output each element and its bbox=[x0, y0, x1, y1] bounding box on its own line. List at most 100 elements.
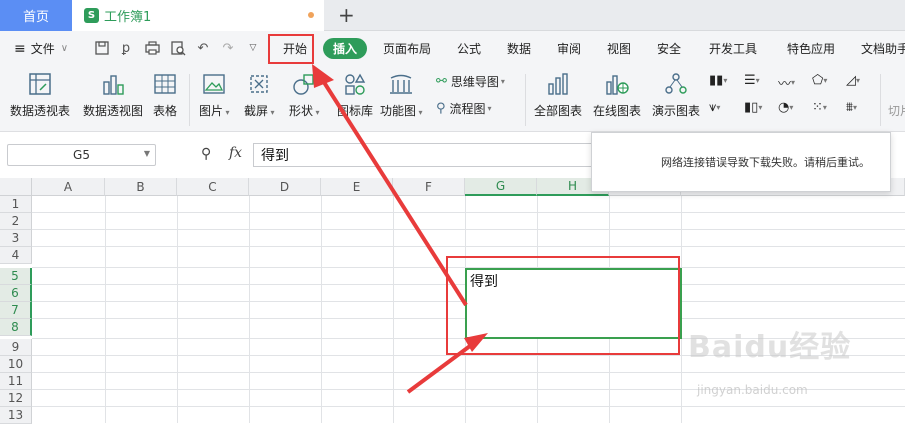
chevron-down-icon: ▾ bbox=[856, 76, 861, 85]
screenshot-button[interactable]: 截屏 ▾ bbox=[244, 70, 275, 119]
online-chart-icon bbox=[604, 70, 630, 98]
fx-icon[interactable]: fx bbox=[229, 145, 242, 161]
grid-line bbox=[32, 406, 905, 407]
menu-view[interactable]: 视图 bbox=[607, 31, 631, 66]
chevron-down-icon: ▾ bbox=[822, 103, 827, 112]
menu-review[interactable]: 审阅 bbox=[557, 31, 581, 66]
menu-insert[interactable]: 插入 bbox=[323, 38, 367, 59]
row-header-2[interactable]: 2 bbox=[0, 213, 32, 230]
tab-workbook[interactable]: S 工作簿1 bbox=[72, 0, 324, 31]
stock-chart-menu[interactable]: ⩛ ▾ bbox=[709, 100, 720, 115]
all-charts-button[interactable]: 全部图表 bbox=[534, 70, 582, 119]
chevron-down-icon: ▾ bbox=[755, 76, 760, 85]
new-tab-button[interactable]: + bbox=[338, 3, 355, 27]
line-chart-icon: 〰 bbox=[778, 77, 792, 92]
table-button[interactable]: 表格 bbox=[153, 70, 177, 119]
row-header-7[interactable]: 7 bbox=[0, 302, 32, 319]
file-menu[interactable]: ≡ 文件 ∨ bbox=[14, 31, 68, 66]
chevron-down-icon: ∨ bbox=[60, 43, 69, 54]
more-quick-actions-icon[interactable]: ▽ bbox=[245, 40, 261, 56]
mindmap-icon: ⚯ bbox=[436, 74, 447, 89]
scatter-chart-menu[interactable]: ⁙ ▾ bbox=[812, 100, 827, 115]
bar-chart-menu[interactable]: ☰ ▾ bbox=[744, 73, 760, 88]
radar-chart-menu[interactable]: ⬠ ▾ bbox=[812, 73, 827, 88]
icon-library-button[interactable]: 图标库 bbox=[337, 70, 373, 119]
menu-page-layout[interactable]: 页面布局 bbox=[383, 31, 431, 66]
column-chart-menu[interactable]: ▮▮ ▾ bbox=[709, 73, 727, 88]
other-chart-icon: ⩩ bbox=[846, 100, 853, 115]
column-header-b[interactable]: B bbox=[105, 178, 177, 196]
screenshot-icon bbox=[247, 70, 271, 98]
row-header-5[interactable]: 5 bbox=[0, 268, 32, 285]
formula-input[interactable]: 得到 bbox=[253, 143, 593, 167]
print-icon[interactable] bbox=[144, 40, 160, 56]
pie-chart-menu[interactable]: ◔ ▾ bbox=[778, 100, 793, 115]
print-preview-icon[interactable] bbox=[170, 40, 186, 56]
other-chart-menu[interactable]: ⩩ ▾ bbox=[846, 100, 857, 115]
column-header-c[interactable]: C bbox=[177, 178, 249, 196]
redo-icon[interactable]: ↷ bbox=[220, 40, 236, 56]
spreadsheet-icon: S bbox=[84, 8, 99, 23]
column-header-a[interactable]: A bbox=[32, 178, 105, 196]
flowchart-button[interactable]: ⚲ 流程图 ▾ bbox=[436, 100, 492, 117]
row-header-1[interactable]: 1 bbox=[0, 196, 32, 213]
slicer-button[interactable]: 切片 bbox=[888, 102, 905, 119]
scatter-chart-icon: ⁙ bbox=[812, 100, 823, 115]
demo-charts-button[interactable]: 演示图表 bbox=[652, 70, 700, 119]
function-chart-label: 功能图 ▾ bbox=[380, 104, 423, 118]
menu-doc-assistant[interactable]: 文档助手 bbox=[861, 31, 905, 66]
picture-button[interactable]: 图片 ▾ bbox=[199, 70, 230, 119]
row-header-6[interactable]: 6 bbox=[0, 285, 32, 302]
menu-data[interactable]: 数据 bbox=[507, 31, 531, 66]
zoom-search-icon[interactable]: ⚲ bbox=[201, 146, 211, 162]
menu-formula[interactable]: 公式 bbox=[457, 31, 481, 66]
pivot-table-label: 数据透视表 bbox=[10, 104, 71, 118]
name-box[interactable]: G5 ▼ bbox=[7, 144, 156, 166]
select-all-corner[interactable] bbox=[0, 178, 32, 196]
function-chart-icon bbox=[388, 70, 414, 98]
area-chart-menu[interactable]: ◿ ▾ bbox=[846, 73, 860, 88]
online-charts-button[interactable]: 在线图表 bbox=[593, 70, 641, 119]
line-chart-menu[interactable]: 〰 ▾ bbox=[778, 73, 795, 92]
shapes-icon bbox=[292, 70, 316, 98]
pivot-table-icon bbox=[28, 70, 52, 98]
ribbon-separator bbox=[880, 74, 881, 126]
function-chart-button[interactable]: 功能图 ▾ bbox=[380, 70, 423, 119]
row-header-13[interactable]: 13 bbox=[0, 407, 32, 424]
row-header-9[interactable]: 9 bbox=[0, 339, 32, 356]
combo-chart-menu[interactable]: ▮▯ ▾ bbox=[744, 100, 762, 115]
undo-icon[interactable]: ↶ bbox=[195, 40, 211, 56]
hamburger-icon: ≡ bbox=[14, 40, 26, 57]
chevron-down-icon: ▾ bbox=[791, 78, 796, 87]
save-icon[interactable] bbox=[94, 40, 110, 56]
row-header-3[interactable]: 3 bbox=[0, 230, 32, 247]
menu-start[interactable]: 开始 bbox=[283, 31, 307, 66]
menu-security[interactable]: 安全 bbox=[657, 31, 681, 66]
file-menu-label: 文件 bbox=[30, 42, 55, 56]
area-chart-icon: ◿ bbox=[846, 73, 856, 88]
row-header-11[interactable]: 11 bbox=[0, 373, 32, 390]
column-header-g[interactable]: G bbox=[465, 178, 537, 196]
row-header-10[interactable]: 10 bbox=[0, 356, 32, 373]
column-header-f[interactable]: F bbox=[393, 178, 465, 196]
workbook-title: 工作簿1 bbox=[104, 10, 152, 25]
merged-cell-g5[interactable]: 得到 bbox=[465, 268, 682, 339]
column-header-e[interactable]: E bbox=[321, 178, 393, 196]
menu-features[interactable]: 特色应用 bbox=[787, 31, 835, 66]
grid-line bbox=[32, 212, 905, 213]
row-header-12[interactable]: 12 bbox=[0, 390, 32, 407]
column-header-d[interactable]: D bbox=[249, 178, 321, 196]
shapes-button[interactable]: 形状 ▾ bbox=[289, 70, 320, 119]
menu-developer[interactable]: 开发工具 bbox=[709, 31, 757, 66]
row-header-8[interactable]: 8 bbox=[0, 319, 32, 336]
mindmap-button[interactable]: ⚯ 思维导图 ▾ bbox=[436, 73, 505, 90]
row-header-4[interactable]: 4 bbox=[0, 247, 32, 264]
ribbon-separator bbox=[525, 74, 526, 126]
pivot-table-button[interactable]: 数据透视表 bbox=[10, 70, 70, 119]
chevron-down-icon: ▾ bbox=[852, 103, 857, 112]
chevron-down-icon: ▾ bbox=[723, 76, 728, 85]
ribbon-separator bbox=[189, 74, 190, 126]
format-painter-icon[interactable]: ꝑ bbox=[118, 40, 134, 56]
tab-home[interactable]: 首页 bbox=[0, 0, 72, 31]
pivot-chart-button[interactable]: 数据透视图 bbox=[83, 70, 143, 119]
